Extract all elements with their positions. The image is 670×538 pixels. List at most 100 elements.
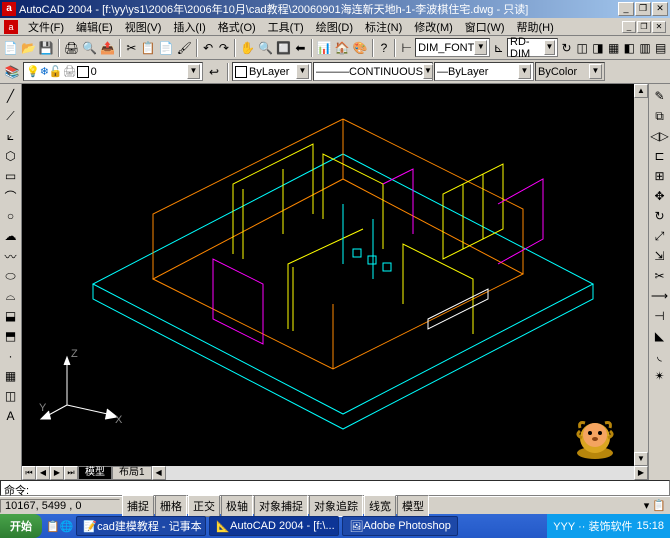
rectangle-icon[interactable]: ▭ — [1, 166, 21, 186]
save-icon[interactable]: 💾 — [38, 38, 55, 58]
undo-icon[interactable]: ↶ — [201, 38, 216, 58]
layer-prev-icon[interactable]: ↩ — [204, 62, 224, 82]
model-toggle[interactable]: 模型 — [397, 495, 429, 517]
help-icon[interactable]: ? — [377, 38, 392, 58]
scale-icon[interactable]: ⤢ — [650, 226, 670, 246]
doc-icon[interactable]: a — [4, 20, 18, 34]
lwt-toggle[interactable]: 线宽 — [364, 495, 396, 517]
tb-icon-1[interactable]: ◫ — [575, 38, 590, 58]
tb-icon-2[interactable]: ◨ — [591, 38, 606, 58]
linetype-dropdown[interactable]: ——— CONTINUOUS▼ — [313, 62, 433, 81]
mirror-icon[interactable]: ◁▷ — [650, 126, 670, 146]
array-icon[interactable]: ⊞ — [650, 166, 670, 186]
grid-toggle[interactable]: 栅格 — [155, 495, 187, 517]
tab-first-icon[interactable]: ⏮ — [22, 466, 36, 480]
taskbar-item-2[interactable]: 📐 AutoCAD 2004 - [f:\... — [209, 516, 339, 536]
chamfer-icon[interactable]: ◣ — [650, 326, 670, 346]
menu-window[interactable]: 窗口(W) — [459, 17, 511, 37]
zoom-icon[interactable]: 🔍 — [257, 38, 274, 58]
cut-icon[interactable]: ✂ — [124, 38, 139, 58]
rdstyle-dropdown[interactable]: RD-DIM▼ — [507, 38, 558, 57]
menu-format[interactable]: 格式(O) — [212, 17, 262, 37]
explode-icon[interactable]: ✴ — [650, 366, 670, 386]
properties-icon[interactable]: 📊 — [316, 38, 333, 58]
paste-icon[interactable]: 📄 — [158, 38, 175, 58]
snap-toggle[interactable]: 捕捉 — [122, 495, 154, 517]
circle-icon[interactable]: ○ — [1, 206, 21, 226]
new-icon[interactable]: 📄 — [2, 38, 19, 58]
revcloud-icon[interactable]: ☁ — [1, 226, 21, 246]
matchprop-icon[interactable]: 🖌 — [176, 38, 193, 58]
status-tray-icon[interactable]: ▾ 📋 — [644, 499, 666, 512]
mdi-close[interactable]: ✕ — [652, 21, 666, 33]
redo-icon[interactable]: ↷ — [217, 38, 232, 58]
offset-icon[interactable]: ⊏ — [650, 146, 670, 166]
dim-linear-icon[interactable]: ⊢ — [399, 38, 414, 58]
mdi-restore[interactable]: ❐ — [637, 21, 651, 33]
lineweight-dropdown[interactable]: — ByLayer▼ — [434, 62, 534, 81]
scroll-right-icon[interactable]: ▶ — [634, 466, 648, 480]
tab-next-icon[interactable]: ▶ — [50, 466, 64, 480]
dim-update-icon[interactable]: ↻ — [559, 38, 574, 58]
scroll-down-icon[interactable]: ▼ — [634, 452, 648, 466]
tab-layout1[interactable]: 布局1 — [112, 466, 152, 480]
minimize-button[interactable]: _ — [618, 2, 634, 16]
tb-icon-5[interactable]: ▥ — [638, 38, 653, 58]
line-icon[interactable]: ╱ — [1, 86, 21, 106]
menu-draw[interactable]: 绘图(D) — [310, 17, 359, 37]
menu-edit[interactable]: 编辑(E) — [70, 17, 119, 37]
xline-icon[interactable]: ⟋ — [1, 106, 21, 126]
quicklaunch-icon[interactable]: 📋 — [46, 520, 60, 533]
text-icon[interactable]: A — [1, 406, 21, 426]
makeblock-icon[interactable]: ⬒ — [1, 326, 21, 346]
color-dropdown[interactable]: ByLayer▼ — [232, 62, 312, 81]
mdi-minimize[interactable]: _ — [622, 21, 636, 33]
menu-view[interactable]: 视图(V) — [119, 17, 168, 37]
viewport[interactable]: Z Y X ▲ ▼ ⏮ ◀ ▶ ⏭ 模型 布局1 ◀ ▶ — [22, 84, 648, 480]
status-coords[interactable]: 10167, 5499 , 0 — [0, 499, 120, 513]
preview-icon[interactable]: 🔍 — [81, 38, 98, 58]
zoom-prev-icon[interactable]: ⬅ — [293, 38, 308, 58]
maximize-button[interactable]: ❐ — [635, 2, 651, 16]
menu-dimension[interactable]: 标注(N) — [359, 17, 408, 37]
fillet-icon[interactable]: ◟ — [650, 346, 670, 366]
menu-help[interactable]: 帮助(H) — [511, 17, 560, 37]
layer-dropdown[interactable]: 💡❄🔓🖨 0▼ — [23, 62, 203, 81]
insertblock-icon[interactable]: ⬓ — [1, 306, 21, 326]
trim-icon[interactable]: ✂ — [650, 266, 670, 286]
print-icon[interactable]: 🖨 — [63, 38, 80, 58]
close-button[interactable]: ✕ — [652, 2, 668, 16]
hatch-icon[interactable]: ▦ — [1, 366, 21, 386]
zoom-window-icon[interactable]: 🔲 — [275, 38, 292, 58]
region-icon[interactable]: ◫ — [1, 386, 21, 406]
menu-tools[interactable]: 工具(T) — [262, 17, 310, 37]
break-icon[interactable]: ⊣ — [650, 306, 670, 326]
tb-icon-3[interactable]: ▦ — [606, 38, 621, 58]
copy-icon[interactable]: 📋 — [140, 38, 157, 58]
menu-insert[interactable]: 插入(I) — [167, 17, 211, 37]
otrack-toggle[interactable]: 对象追踪 — [309, 495, 363, 517]
ortho-toggle[interactable]: 正交 — [188, 495, 220, 517]
plotstyle-dropdown[interactable]: ByColor▼ — [535, 62, 605, 81]
pline-icon[interactable]: ⟀ — [1, 126, 21, 146]
scroll-up-icon[interactable]: ▲ — [634, 84, 648, 98]
menu-modify[interactable]: 修改(M) — [408, 17, 459, 37]
dim-tool-icon[interactable]: ⊾ — [491, 38, 506, 58]
osnap-toggle[interactable]: 对象捕捉 — [254, 495, 308, 517]
system-tray[interactable]: YYY ·· 装饰软件 15:18 — [547, 514, 670, 538]
toolpalette-icon[interactable]: 🎨 — [352, 38, 369, 58]
menu-file[interactable]: 文件(F) — [22, 17, 70, 37]
open-icon[interactable]: 📂 — [20, 38, 37, 58]
tab-prev-icon[interactable]: ◀ — [36, 466, 50, 480]
quicklaunch-ie-icon[interactable]: 🌐 — [60, 520, 74, 533]
pan-icon[interactable]: ✋ — [239, 38, 256, 58]
scrollbar-vertical[interactable]: ▲ ▼ — [634, 84, 648, 466]
scroll-track[interactable] — [166, 466, 634, 480]
ellipse-arc-icon[interactable]: ⌓ — [1, 286, 21, 306]
designcenter-icon[interactable]: 🏠 — [334, 38, 351, 58]
scroll-left-icon[interactable]: ◀ — [152, 466, 166, 480]
layer-manager-icon[interactable]: 📚 — [2, 62, 22, 82]
arc-icon[interactable]: ⌒ — [1, 186, 21, 206]
dimstyle-dropdown[interactable]: DIM_FONT▼ — [415, 38, 490, 57]
erase-icon[interactable]: ✎ — [650, 86, 670, 106]
